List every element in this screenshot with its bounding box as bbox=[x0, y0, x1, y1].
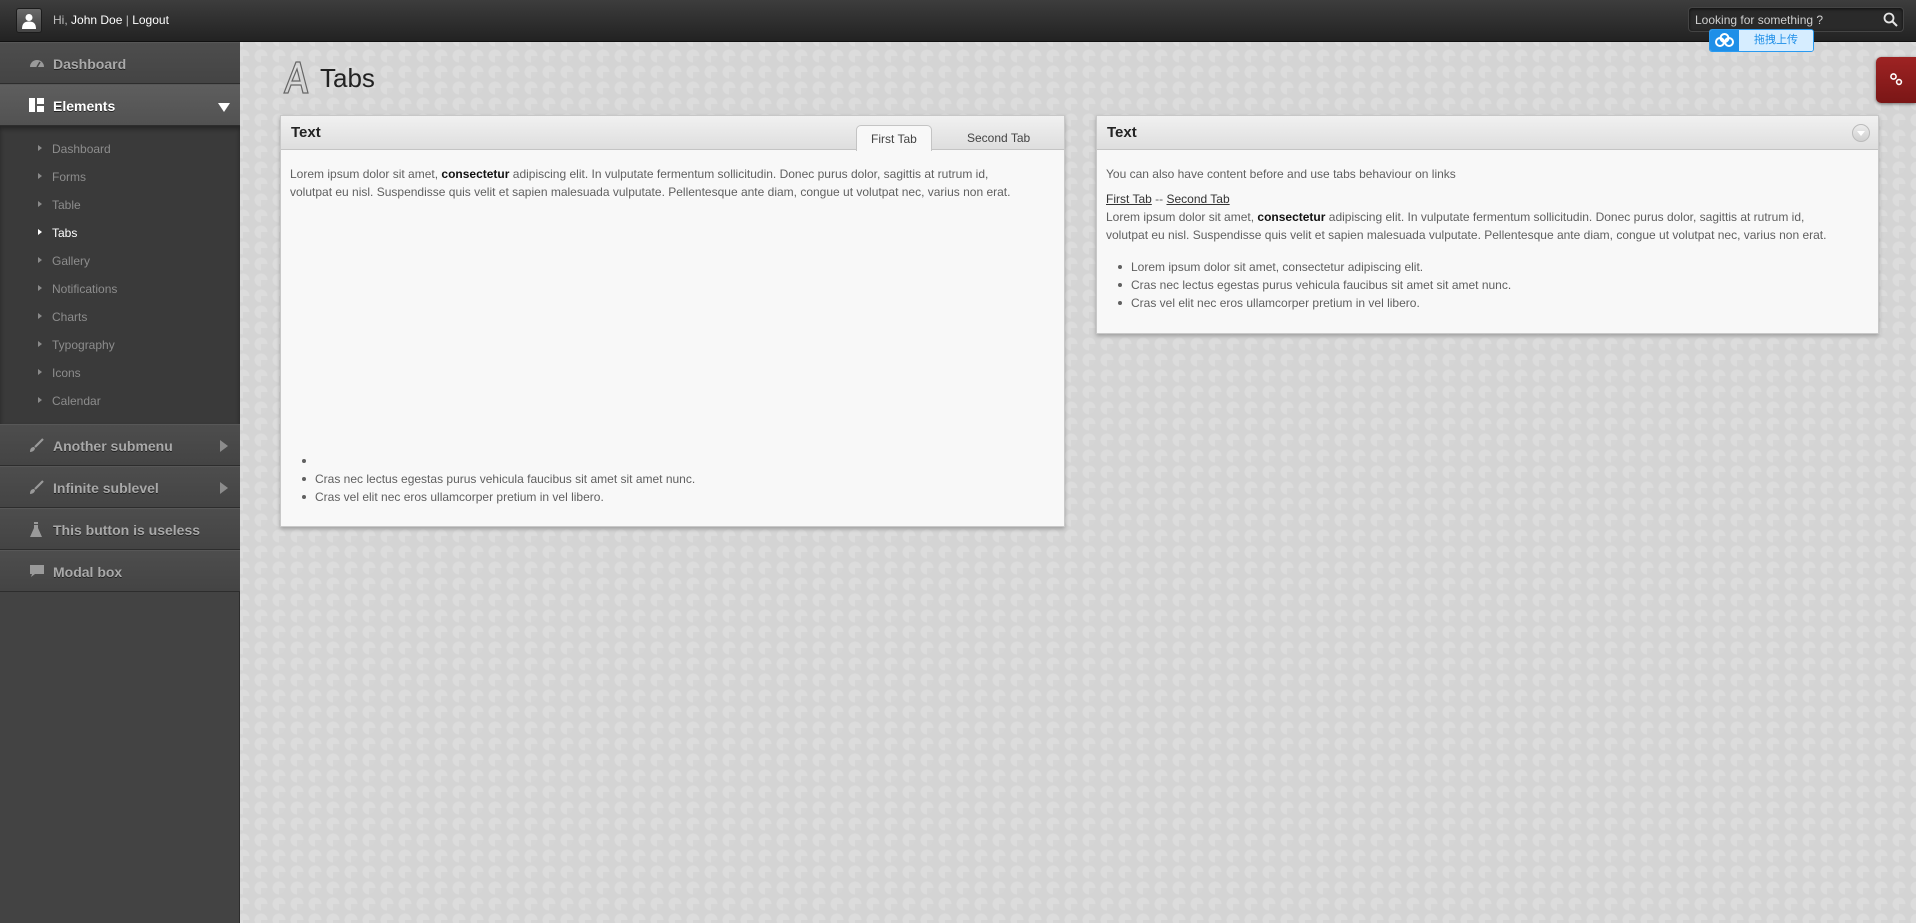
submenu-item-label: Forms bbox=[52, 170, 86, 184]
panel-title: Text bbox=[1107, 124, 1137, 141]
tab-link-second[interactable]: Second Tab bbox=[1166, 192, 1229, 206]
sidebar: Dashboard Elements Dashboard Forms Table… bbox=[0, 42, 240, 923]
sidebar-item-modal-box[interactable]: Modal box bbox=[0, 550, 240, 592]
paragraph-bold-text: consectetur bbox=[1257, 210, 1326, 224]
list-item: Lorem ipsum dolor sit amet, consectetur … bbox=[1106, 258, 1876, 276]
submenu-item-label: Icons bbox=[52, 366, 81, 380]
paragraph-text: Lorem ipsum dolor sit amet, bbox=[1106, 210, 1255, 224]
submenu-item-label: Typography bbox=[52, 338, 115, 352]
panel-header: Text bbox=[1097, 116, 1878, 150]
sidebar-item-label: Elements bbox=[53, 98, 116, 114]
tab-links: First Tab -- Second Tab bbox=[1106, 190, 1876, 208]
chevron-down-icon bbox=[218, 103, 230, 112]
settings-tab[interactable] bbox=[1876, 57, 1916, 103]
logout-link[interactable]: Logout bbox=[132, 13, 169, 27]
user-name-link[interactable]: John Doe bbox=[71, 13, 122, 27]
submenu-item-label: Table bbox=[52, 198, 81, 212]
chevron-right-icon bbox=[220, 440, 228, 452]
greeting-separator: | bbox=[125, 13, 129, 27]
paragraph-text: Lorem ipsum dolor sit amet, bbox=[290, 167, 439, 181]
bullet-icon bbox=[38, 229, 42, 235]
page-title: Tabs bbox=[320, 63, 375, 93]
user-icon[interactable] bbox=[16, 8, 42, 33]
cloud-icon bbox=[1710, 30, 1739, 51]
tabs-panel-right: Text You can also have content before an… bbox=[1096, 115, 1879, 334]
paragraph-bold-text: consectetur bbox=[441, 167, 510, 181]
flask-icon bbox=[30, 522, 42, 537]
list-item bbox=[290, 452, 1060, 470]
tab-link-separator: -- bbox=[1155, 192, 1164, 206]
upload-badge[interactable]: 拖拽上传 bbox=[1709, 29, 1814, 52]
search-icon[interactable] bbox=[1883, 12, 1898, 27]
chevron-down-icon bbox=[1857, 131, 1865, 136]
paragraph-text: adipiscing elit. In vulputate fermentum … bbox=[512, 167, 989, 181]
user-greeting: Hi, John Doe | Logout bbox=[53, 13, 169, 27]
submenu-item-label: Notifications bbox=[52, 282, 118, 296]
sidebar-item-label: Dashboard bbox=[53, 56, 127, 72]
tab-second[interactable]: Second Tab bbox=[953, 125, 1044, 151]
tab-content-list: Lorem ipsum dolor sit amet, consectetur … bbox=[1106, 258, 1876, 312]
submenu-item-label: Dashboard bbox=[52, 142, 111, 156]
brush-icon bbox=[30, 480, 44, 494]
list-item: Cras nec lectus egestas purus vehicula f… bbox=[290, 470, 1060, 488]
submenu-item-label: Gallery bbox=[52, 254, 91, 268]
tabs-panel-left: Text First Tab Second Tab Lorem ipsum do… bbox=[280, 115, 1065, 527]
paragraph-text: volutpat eu nisl. Suspendisse quis velit… bbox=[1106, 228, 1827, 242]
collapse-button[interactable] bbox=[1852, 124, 1870, 142]
bullet-icon bbox=[38, 397, 42, 403]
search-input[interactable] bbox=[1695, 11, 1875, 29]
typography-icon bbox=[283, 61, 309, 94]
tab-content-paragraph: Lorem ipsum dolor sit amet, consectetur … bbox=[1106, 208, 1876, 244]
bullet-icon bbox=[38, 313, 42, 319]
panel-title: Text bbox=[291, 124, 321, 141]
chevron-right-icon bbox=[220, 482, 228, 494]
bullet-icon bbox=[38, 341, 42, 347]
panel-header: Text First Tab Second Tab bbox=[281, 116, 1064, 151]
elements-submenu: Dashboard Forms Table Tabs Gallery Notif… bbox=[0, 126, 240, 424]
list-item: Cras vel elit nec eros ullamcorper preti… bbox=[1106, 294, 1876, 312]
sidebar-item-elements[interactable]: Elements bbox=[0, 84, 240, 126]
intro-text: You can also have content before and use… bbox=[1106, 167, 1456, 181]
submenu-item-label: Calendar bbox=[52, 394, 101, 408]
bullet-icon bbox=[38, 201, 42, 207]
sidebar-item-useless-button[interactable]: This button is useless bbox=[0, 508, 240, 550]
bullet-icon bbox=[38, 173, 42, 179]
layout-icon bbox=[29, 98, 44, 112]
upload-badge-label: 拖拽上传 bbox=[1739, 30, 1813, 51]
brush-icon bbox=[30, 438, 44, 452]
submenu-item-label: Tabs bbox=[52, 226, 78, 240]
submenu-item-label: Charts bbox=[52, 310, 88, 324]
tab-first[interactable]: First Tab bbox=[856, 125, 932, 151]
list-item: Cras vel elit nec eros ullamcorper preti… bbox=[290, 488, 1060, 506]
sidebar-item-label: This button is useless bbox=[53, 522, 201, 538]
greeting-prefix: Hi, bbox=[53, 13, 68, 27]
bullet-icon bbox=[38, 145, 42, 151]
tab-content-list: Cras nec lectus egestas purus vehicula f… bbox=[290, 452, 1060, 506]
sidebar-item-another-submenu[interactable]: Another submenu bbox=[0, 424, 240, 466]
sidebar-item-label: Modal box bbox=[53, 564, 123, 580]
bullet-icon bbox=[38, 369, 42, 375]
sidebar-item-label: Another submenu bbox=[53, 438, 173, 454]
bullet-icon bbox=[38, 285, 42, 291]
list-item: Cras nec lectus egestas purus vehicula f… bbox=[1106, 276, 1876, 294]
sidebar-item-label: Infinite sublevel bbox=[53, 480, 159, 496]
top-bar: Hi, John Doe | Logout bbox=[0, 0, 1916, 42]
gears-icon bbox=[1890, 73, 1903, 86]
sidebar-item-infinite-sublevel[interactable]: Infinite sublevel bbox=[0, 466, 240, 508]
paragraph-text: adipiscing elit. In vulputate fermentum … bbox=[1328, 210, 1805, 224]
sidebar-item-dashboard[interactable]: Dashboard bbox=[0, 42, 240, 84]
tab-content-paragraph: Lorem ipsum dolor sit amet, consectetur … bbox=[290, 165, 1060, 201]
paragraph-text: volutpat eu nisl. Suspendisse quis velit… bbox=[290, 185, 1011, 199]
chat-bubble-icon bbox=[30, 565, 44, 577]
dashboard-icon bbox=[30, 60, 44, 68]
bullet-icon bbox=[38, 257, 42, 263]
tab-link-first[interactable]: First Tab bbox=[1106, 192, 1152, 206]
